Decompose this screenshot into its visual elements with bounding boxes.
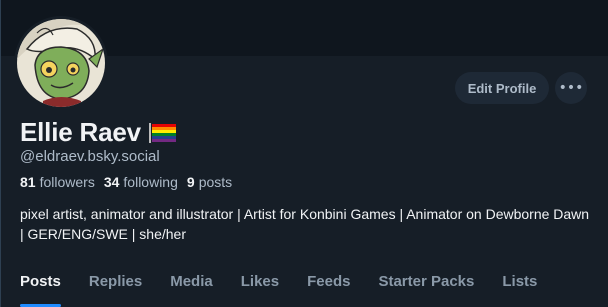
profile-page: Edit Profile ••• Ellie Raev @eldraev.bsk…	[0, 0, 608, 307]
followers-label: followers	[39, 174, 95, 190]
avatar[interactable]	[14, 16, 108, 110]
avatar-image	[17, 19, 105, 107]
posts-label: posts	[198, 174, 233, 190]
tab-feeds[interactable]: Feeds	[293, 262, 364, 307]
tab-media[interactable]: Media	[156, 262, 227, 307]
profile-stats: 81 followers 34 following 9 posts	[20, 174, 232, 190]
tab-label: Starter Packs	[378, 273, 475, 290]
tab-likes[interactable]: Likes	[227, 262, 293, 307]
edit-profile-button[interactable]: Edit Profile	[455, 72, 549, 104]
tab-label: Media	[170, 273, 213, 290]
tab-replies[interactable]: Replies	[75, 262, 156, 307]
tab-label: Replies	[88, 273, 143, 290]
following-count: 34	[103, 174, 120, 190]
rainbow-flag-icon	[148, 123, 177, 143]
followers-count: 81	[20, 174, 36, 190]
tab-label: Feeds	[307, 273, 351, 290]
following-label: following	[123, 174, 178, 190]
name-row: Ellie Raev	[20, 116, 177, 148]
tab-label: Posts	[20, 273, 61, 290]
followers-link[interactable]: 81 followers	[20, 174, 95, 190]
posts-stat: 9 posts	[187, 174, 232, 190]
profile-tabs: Posts Replies Media Likes Feeds Starter …	[0, 262, 608, 307]
tab-starter-packs[interactable]: Starter Packs	[364, 262, 488, 307]
following-link[interactable]: 34 following	[104, 174, 178, 190]
posts-count: 9	[186, 174, 195, 190]
tab-label: Likes	[240, 273, 280, 290]
tab-lists[interactable]: Lists	[488, 262, 551, 307]
display-name: Ellie Raev	[20, 116, 141, 147]
more-options-button[interactable]: •••	[555, 72, 587, 104]
tab-posts[interactable]: Posts	[0, 262, 75, 307]
column-border	[0, 0, 1, 307]
tab-label: Lists	[502, 273, 538, 290]
profile-handle: @eldraev.bsky.social	[20, 148, 160, 165]
profile-bio: pixel artist, animator and illustrator |…	[20, 206, 590, 242]
